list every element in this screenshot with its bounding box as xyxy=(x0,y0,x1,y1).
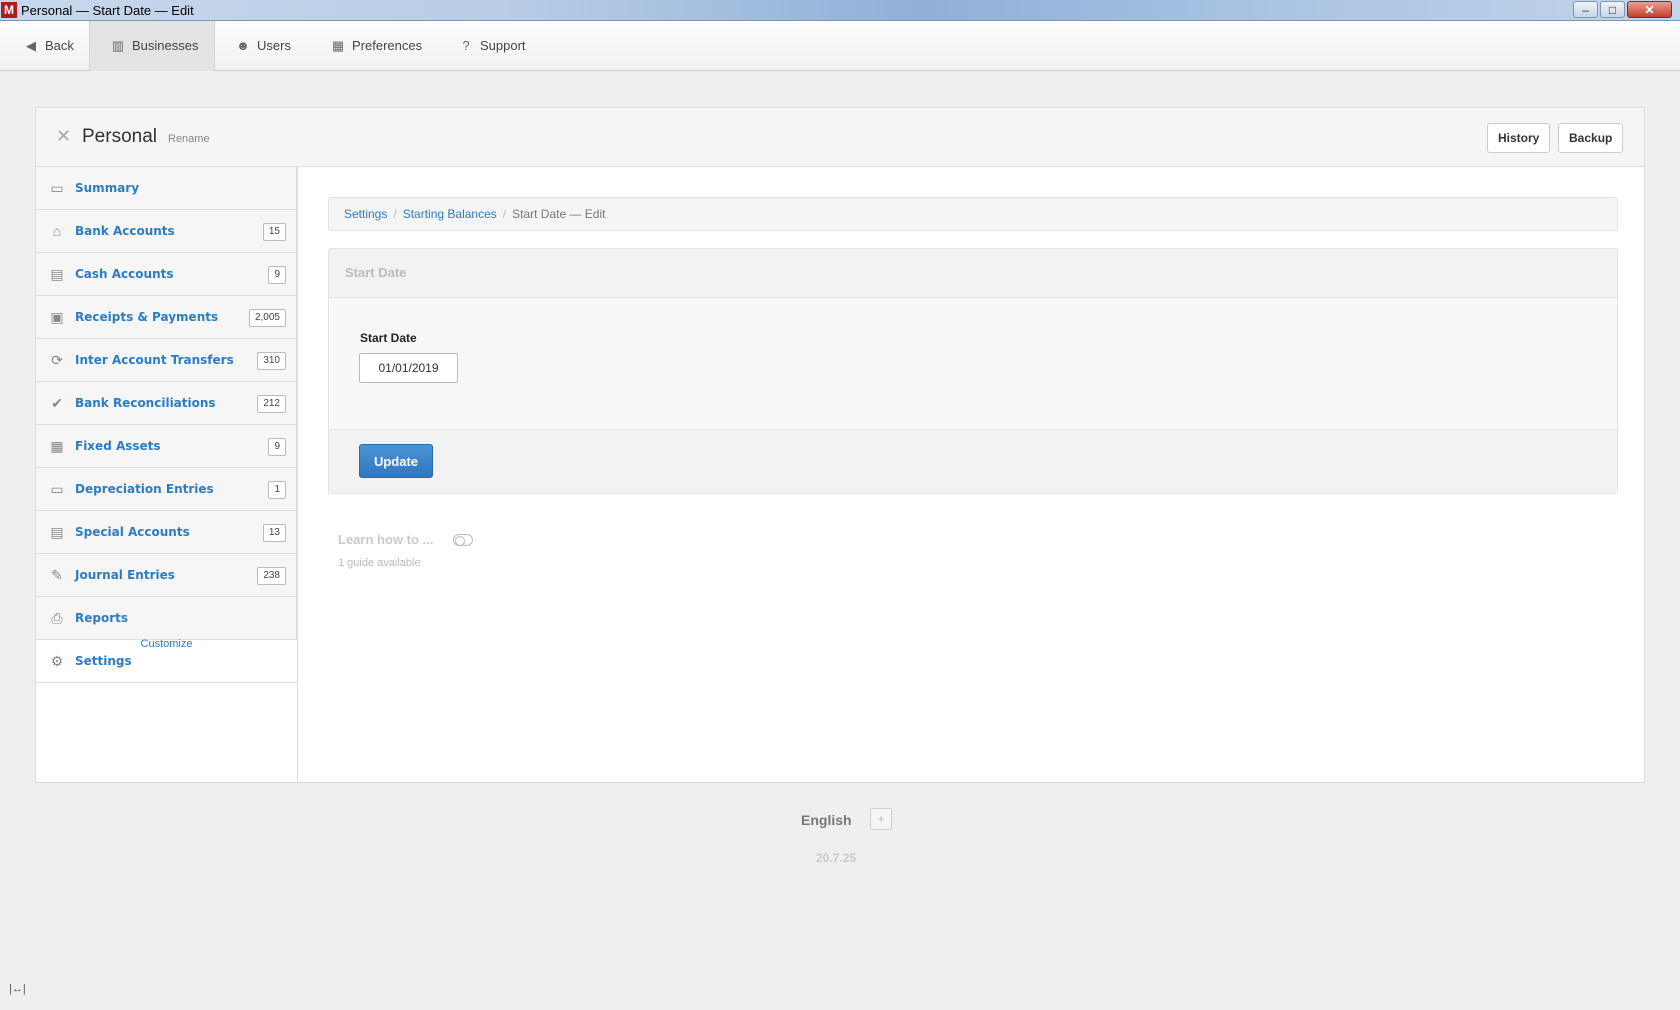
building-icon: ▥ xyxy=(111,38,125,53)
gears-icon: ⚙ xyxy=(50,653,64,669)
history-button[interactable]: History xyxy=(1487,123,1551,153)
quill-icon: ✎ xyxy=(51,567,63,583)
sidebar-item-summary[interactable]: ▭ Summary xyxy=(36,167,297,210)
start-date-form: Start Date Start Date Update xyxy=(328,248,1618,494)
form-header: Start Date xyxy=(329,249,1617,298)
update-button[interactable]: Update xyxy=(359,444,433,478)
sidebar-item-label: Bank Accounts xyxy=(75,224,175,238)
sidebar-item-depreciation-entries[interactable]: ▭ Depreciation Entries 1 xyxy=(36,468,297,511)
nav-businesses[interactable]: ▥ Businesses xyxy=(89,21,215,71)
breadcrumb-current: Start Date — Edit xyxy=(512,207,606,221)
sidebar-item-label: Special Accounts xyxy=(75,525,190,539)
maximize-button[interactable]: □ xyxy=(1600,1,1625,18)
bank-icon: ⌂ xyxy=(52,223,62,239)
learn-how-to-title[interactable]: Learn how to ... xyxy=(338,532,433,547)
businesses-label: Businesses xyxy=(132,38,199,53)
support-label: Support xyxy=(480,38,526,53)
count-badge: 238 xyxy=(257,567,286,585)
breadcrumb-separator: / xyxy=(502,207,507,221)
count-badge: 9 xyxy=(268,438,286,456)
breadcrumb-settings[interactable]: Settings xyxy=(344,207,387,221)
start-date-input[interactable] xyxy=(359,353,458,383)
sidebar-item-label: Fixed Assets xyxy=(75,439,161,453)
transfer-icon: ⟳ xyxy=(51,352,63,368)
sidebar-item-label: Receipts & Payments xyxy=(75,310,219,324)
preferences-icon: ▦ xyxy=(331,38,345,53)
sidebar-item-label: Inter Account Transfers xyxy=(75,353,234,367)
sidebar-item-fixed-assets[interactable]: ▦ Fixed Assets 9 xyxy=(36,425,297,468)
business-panel: ✕ Personal Rename History Backup ▭ Summa… xyxy=(35,107,1645,783)
breadcrumb: Settings / Starting Balances / Start Date — … xyxy=(328,197,1618,231)
sidebar-item-special-accounts[interactable]: ▤ Special Accounts 13 xyxy=(36,511,297,554)
breadcrumb-starting-balances[interactable]: Starting Balances xyxy=(403,207,497,221)
resize-icon[interactable]: |↔| xyxy=(9,983,26,995)
rename-link[interactable]: Rename xyxy=(168,133,210,145)
count-badge: 9 xyxy=(268,266,286,284)
version-label: 20.7.25 xyxy=(816,851,857,865)
form-footer: Update xyxy=(329,429,1617,493)
sidebar-item-receipts-payments[interactable]: ▣ Receipts & Payments 2,005 xyxy=(36,296,297,339)
count-badge: 2,005 xyxy=(248,309,286,327)
checkmark-icon: ✔ xyxy=(51,395,63,411)
back-arrow-icon: ◀ xyxy=(26,38,36,53)
language-label[interactable]: English xyxy=(801,812,852,828)
main-content: Settings / Starting Balances / Start Date — … xyxy=(297,167,1644,782)
sidebar-item-label: Summary xyxy=(75,181,140,195)
count-badge: 13 xyxy=(262,524,286,542)
presentation-icon: ▭ xyxy=(50,180,64,196)
sidebar-item-inter-account-transfers[interactable]: ⟳ Inter Account Transfers 310 xyxy=(36,339,297,382)
question-icon: ? xyxy=(462,38,470,53)
business-header: ✕ Personal Rename History Backup xyxy=(36,108,1644,167)
count-badge: 1 xyxy=(268,481,286,499)
breadcrumb-separator: / xyxy=(393,207,397,221)
nav-support[interactable]: ? Support xyxy=(458,21,526,71)
back-button[interactable]: ◀ Back xyxy=(23,21,74,71)
customize-link[interactable]: Customize xyxy=(36,638,297,650)
printer-icon: ⎙ xyxy=(51,610,63,626)
window-title: Personal — Start Date — Edit xyxy=(21,3,194,18)
preferences-label: Preferences xyxy=(352,38,423,53)
sidebar-item-reports[interactable]: ⎙ Reports xyxy=(36,597,297,640)
window-titlebar: M Personal — Start Date — Edit – □ ✕ xyxy=(0,0,1680,21)
app-icon: M xyxy=(1,2,17,18)
building-icon: ▦ xyxy=(50,438,64,454)
users-label: Users xyxy=(257,38,291,53)
book-icon: ▤ xyxy=(50,524,64,540)
count-badge: 310 xyxy=(257,352,286,370)
back-label: Back xyxy=(45,38,74,53)
form-title: Start Date xyxy=(345,265,407,280)
users-icon: ☻ xyxy=(236,38,250,53)
battery-icon: ▭ xyxy=(50,481,64,497)
sidebar-item-journal-entries[interactable]: ✎ Journal Entries 238 xyxy=(36,554,297,597)
sidebar: ▭ Summary ⌂ Bank Accounts 15 ▤ Cash Acco… xyxy=(36,167,297,683)
count-badge: 15 xyxy=(262,223,286,241)
count-badge: 212 xyxy=(257,395,286,413)
nav-users[interactable]: ☻ Users xyxy=(235,21,291,71)
minimize-button[interactable]: – xyxy=(1573,1,1598,18)
sidebar-item-label: Depreciation Entries xyxy=(75,482,214,496)
close-business-icon[interactable]: ✕ xyxy=(56,126,71,147)
sidebar-item-bank-reconciliations[interactable]: ✔ Bank Reconciliations 212 xyxy=(36,382,297,425)
sidebar-item-bank-accounts[interactable]: ⌂ Bank Accounts 15 xyxy=(36,210,297,253)
guides-available-text: 1 guide available xyxy=(338,557,421,569)
add-language-button[interactable]: + xyxy=(870,808,892,830)
sidebar-item-label: Journal Entries xyxy=(75,568,175,582)
backup-button[interactable]: Backup xyxy=(1558,123,1624,153)
sidebar-item-label: Settings xyxy=(75,654,132,668)
start-date-label: Start Date xyxy=(360,331,417,345)
cash-register-icon: ▤ xyxy=(50,266,64,282)
sidebar-item-label: Reports xyxy=(75,611,129,625)
nav-preferences[interactable]: ▦ Preferences xyxy=(330,21,422,71)
business-name: Personal xyxy=(82,126,157,147)
top-navigation: ◀ Back ▥ Businesses ☻ Users ▦ Preferences ? S… xyxy=(0,21,1680,71)
receipt-icon: ▣ xyxy=(50,309,64,325)
close-window-button[interactable]: ✕ xyxy=(1627,1,1672,18)
sidebar-item-label: Bank Reconciliations xyxy=(75,396,216,410)
sidebar-item-label: Cash Accounts xyxy=(75,267,174,281)
learn-toggle[interactable] xyxy=(453,534,473,546)
sidebar-item-cash-accounts[interactable]: ▤ Cash Accounts 9 xyxy=(36,253,297,296)
